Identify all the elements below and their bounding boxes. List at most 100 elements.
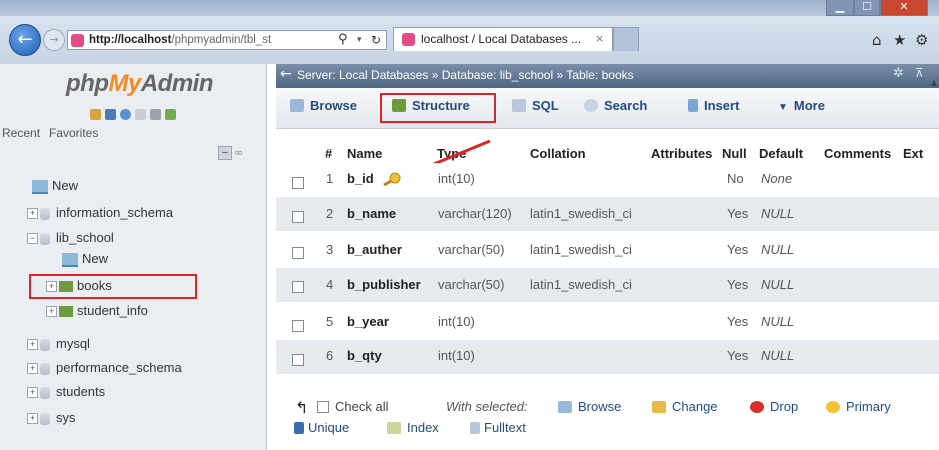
docs-icon[interactable]	[135, 109, 146, 121]
forward-button[interactable]: →	[43, 29, 65, 51]
expand-icon[interactable]: +	[27, 208, 38, 220]
settings-icon[interactable]	[150, 109, 161, 121]
address-bar[interactable]: http://localhost/phpmyadmin/tbl_st ⚲ ▾ ↻	[67, 30, 387, 50]
tab-search[interactable]: Search	[584, 98, 647, 113]
expand-icon[interactable]: +	[27, 339, 38, 351]
insert-icon	[688, 99, 698, 112]
expand-icon[interactable]: +	[27, 387, 38, 399]
with-selected-arrow-icon: ↰	[295, 398, 309, 417]
check-all-checkbox[interactable]	[317, 401, 329, 413]
sql-icon	[512, 99, 526, 112]
unique-selected-button[interactable]: Unique	[294, 420, 349, 435]
tree-item-lib-school[interactable]: − lib_school	[27, 229, 114, 247]
tree-item-new-database[interactable]: New	[32, 177, 78, 195]
row-checkbox[interactable]	[292, 354, 304, 366]
page-settings-icon[interactable]: ✲	[893, 66, 904, 81]
row-checkbox[interactable]	[292, 320, 304, 332]
primary-key-icon	[383, 172, 401, 186]
table-row: 5 b_year int(10) Yes NULL	[276, 303, 939, 337]
browse-icon	[558, 401, 572, 413]
database-icon	[40, 412, 50, 425]
collapse-all-button[interactable]: –	[218, 146, 232, 160]
column-default: NULL	[761, 348, 795, 363]
column-header-collation[interactable]: Collation	[530, 146, 586, 161]
back-button[interactable]: ←	[9, 24, 41, 56]
home-icon[interactable]	[90, 109, 101, 121]
reload-icon[interactable]	[165, 109, 176, 121]
row-checkbox[interactable]	[292, 177, 304, 189]
logout-icon[interactable]	[105, 109, 116, 121]
column-null: Yes	[727, 277, 749, 292]
expand-icon[interactable]: +	[46, 306, 57, 318]
column-type: varchar(120)	[438, 206, 512, 221]
refresh-icon[interactable]: ↻	[371, 31, 381, 49]
dropdown-arrow-icon[interactable]: ▾	[357, 31, 362, 49]
column-null: Yes	[727, 206, 749, 221]
row-number: 5	[326, 314, 334, 329]
change-selected-button[interactable]: Change	[652, 399, 718, 414]
scroll-up-arrow-icon[interactable]: ▲	[931, 78, 937, 87]
expand-icon[interactable]: +	[27, 363, 38, 375]
browse-selected-button[interactable]: Browse	[558, 399, 621, 414]
collapse-header-icon[interactable]: ⊼	[915, 66, 924, 80]
home-icon[interactable]: ⌂	[872, 31, 882, 49]
search-icon[interactable]: ⚲	[338, 31, 348, 49]
help-icon[interactable]	[120, 109, 131, 121]
row-checkbox[interactable]	[292, 247, 304, 259]
index-selected-button[interactable]: Index	[387, 420, 439, 435]
column-header-comments[interactable]: Comments	[824, 146, 891, 161]
link-with-main-icon[interactable]: ∞	[234, 146, 243, 159]
drop-selected-button[interactable]: Drop	[750, 399, 798, 414]
row-checkbox[interactable]	[292, 211, 304, 223]
tab-insert[interactable]: Insert	[688, 98, 739, 113]
tab-close-icon[interactable]: ×	[595, 32, 604, 45]
minimize-button[interactable]: ▁	[826, 0, 854, 16]
row-number: 1	[326, 171, 334, 186]
tree-item-information-schema[interactable]: + information_schema	[27, 204, 173, 222]
phpmyadmin-logo[interactable]: phpMyAdmin	[66, 70, 214, 98]
column-null: Yes	[727, 242, 749, 257]
column-type: int(10)	[438, 348, 475, 363]
tree-item-performance-schema[interactable]: + performance_schema	[27, 359, 182, 377]
recent-tab[interactable]: Recent	[2, 126, 40, 140]
collapse-icon[interactable]: −	[27, 233, 38, 245]
column-header-attributes[interactable]: Attributes	[651, 146, 712, 161]
tree-item-students[interactable]: + students	[27, 383, 105, 401]
favorites-tab[interactable]: Favorites	[49, 126, 98, 140]
column-header-null[interactable]: Null	[722, 146, 747, 161]
tree-item-new-table[interactable]: New	[62, 250, 108, 268]
table-row: 4 b_publisher varchar(50) latin1_swedish…	[276, 268, 939, 302]
new-tab-button[interactable]	[613, 27, 639, 51]
breadcrumb[interactable]: Server: Local Databases » Database: lib_…	[297, 68, 634, 82]
column-header-extra[interactable]: Ext	[903, 146, 923, 161]
drop-icon	[750, 401, 764, 413]
expand-icon[interactable]: +	[27, 413, 38, 425]
browser-tab[interactable]: localhost / Local Databases ... ×	[393, 27, 613, 51]
column-default: NULL	[761, 277, 795, 292]
column-default: NULL	[761, 242, 795, 257]
tab-more[interactable]: ▼ More	[778, 98, 825, 113]
database-icon	[40, 362, 50, 375]
settings-gear-icon[interactable]: ⚙	[915, 31, 928, 49]
tree-item-student-info[interactable]: + student_info	[46, 302, 148, 320]
tree-item-sys[interactable]: + sys	[27, 409, 76, 427]
tab-sql[interactable]: SQL	[512, 98, 559, 113]
browse-icon	[290, 99, 304, 112]
column-collation: latin1_swedish_ci	[530, 277, 632, 292]
row-checkbox[interactable]	[292, 281, 304, 293]
toggle-navigation-icon[interactable]: ←	[280, 66, 292, 82]
favorites-star-icon[interactable]: ★	[893, 31, 906, 49]
column-header-name[interactable]: Name	[347, 146, 382, 161]
column-header-default[interactable]: Default	[759, 146, 803, 161]
primary-selected-button[interactable]: Primary	[826, 399, 891, 414]
maximize-button[interactable]: ☐	[854, 0, 880, 16]
column-null: No	[727, 171, 744, 186]
check-all-label[interactable]: Check all	[335, 399, 388, 414]
unique-icon	[294, 422, 304, 434]
tree-item-mysql[interactable]: + mysql	[27, 335, 90, 353]
close-window-button[interactable]: ✕	[880, 0, 928, 16]
column-name: b_auther	[347, 242, 402, 257]
column-header-num: #	[325, 146, 333, 161]
tab-browse[interactable]: Browse	[290, 98, 357, 113]
fulltext-selected-button[interactable]: Fulltext	[470, 420, 526, 435]
